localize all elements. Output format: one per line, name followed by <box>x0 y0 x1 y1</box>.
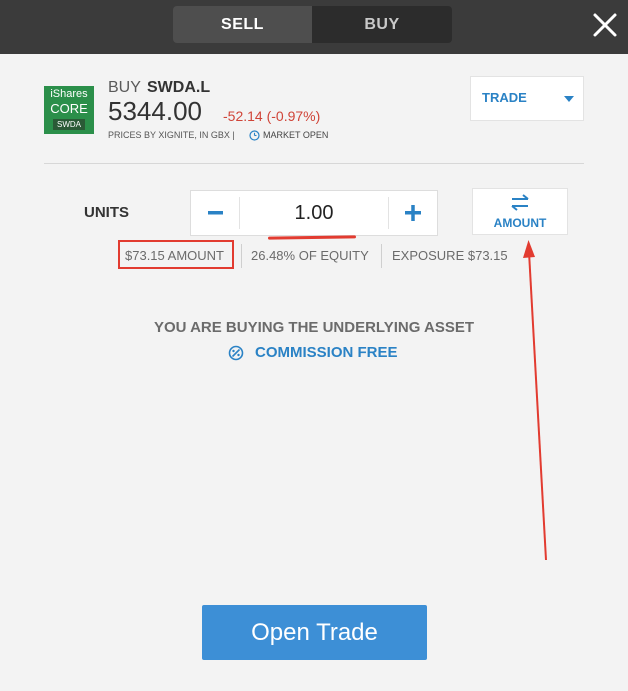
prices-source: PRICES BY XIGNITE, IN GBX | <box>108 130 235 140</box>
order-action-label: BUY <box>108 79 141 96</box>
price-change: -52.14 (-0.97%) <box>223 108 321 124</box>
underlying-asset-message: YOU ARE BUYING THE UNDERLYING ASSET <box>153 319 475 336</box>
units-input[interactable] <box>241 191 387 235</box>
amount-button-label: AMOUNT <box>493 216 547 230</box>
commission-free-label: COMMISSION FREE <box>255 344 398 361</box>
instrument-symbol: SWDA.L <box>147 79 211 96</box>
info-divider <box>241 244 242 268</box>
clock-icon <box>249 130 260 141</box>
units-label: UNITS <box>84 204 129 221</box>
commission-icon <box>228 345 244 361</box>
annotation-underline <box>267 235 357 240</box>
trade-dropdown-label: TRADE <box>482 90 527 105</box>
logo-line3: SWDA <box>53 119 85 130</box>
tab-sell[interactable]: SELL <box>173 6 312 43</box>
swap-arrows-icon <box>511 194 529 211</box>
units-stepper <box>190 190 438 236</box>
chevron-down-icon <box>564 96 574 102</box>
close-icon[interactable] <box>592 12 618 38</box>
annotation-highlight-box <box>118 240 234 269</box>
logo-line1: iShares <box>50 88 88 100</box>
info-divider <box>381 244 382 268</box>
logo-line2: CORE <box>50 101 88 116</box>
minus-icon[interactable] <box>191 191 239 235</box>
equity-info: 26.48% OF EQUITY <box>251 248 369 263</box>
trade-dropdown[interactable]: TRADE <box>470 76 584 121</box>
instrument-logo: iShares CORE SWDA <box>44 86 94 134</box>
tab-buy[interactable]: BUY <box>312 6 452 43</box>
plus-icon[interactable] <box>389 191 437 235</box>
switch-to-amount-button[interactable]: AMOUNT <box>472 188 568 235</box>
divider <box>44 163 584 164</box>
exposure-info: EXPOSURE $73.15 <box>392 248 508 263</box>
sell-buy-toggle: SELL BUY <box>173 6 452 43</box>
market-status: MARKET OPEN <box>263 130 329 140</box>
instrument-price: 5344.00 <box>108 96 202 126</box>
open-trade-button[interactable]: Open Trade <box>202 605 427 660</box>
stepper-divider <box>239 197 240 229</box>
top-bar: SELL BUY <box>0 0 628 54</box>
